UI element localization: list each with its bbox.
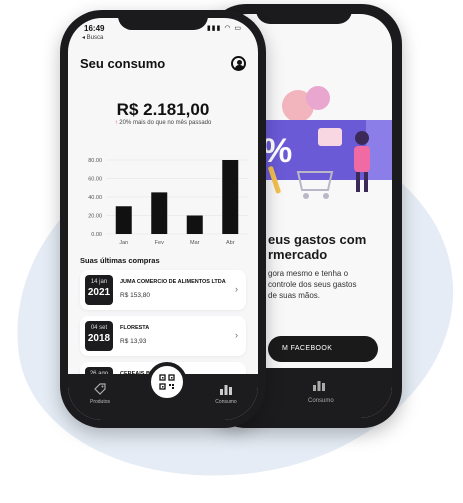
chart-bar <box>222 160 239 234</box>
x-tick-label: Jan <box>119 240 128 246</box>
back-screen-title: eus gastos com rmercado <box>268 232 367 262</box>
nav-consumption-label: Consumo <box>215 399 237 405</box>
qr-code-icon <box>159 374 175 390</box>
chart-bar <box>115 206 132 234</box>
purchases-title: Suas últimas compras <box>80 256 160 265</box>
y-tick-label: 20.00 <box>88 214 102 220</box>
back-phone-notch <box>256 4 352 24</box>
nav-consumption[interactable]: Consumo <box>206 382 246 405</box>
nav-products-label: Produtos <box>89 399 110 405</box>
page-title: Seu consumo <box>80 56 166 71</box>
consumption-chart: 80.00 60.00 40.00 20.00 0.00 Jan Fev Mar Abr <box>88 158 248 246</box>
front-phone-notch <box>118 10 208 30</box>
status-back-link[interactable]: ◂ Busca <box>82 34 103 41</box>
merchant-name: JUMA COMERCIO DE ALIMENTOS LTDA <box>120 279 226 285</box>
date-day: 04 set <box>90 325 108 331</box>
date-day: 14 jan <box>90 279 108 285</box>
purchase-card[interactable]: 14 jan 2021 JUMA COMERCIO DE ALIMENTOS LT… <box>80 270 246 310</box>
purchase-amount: R$ 153,80 <box>120 292 150 299</box>
chevron-right-icon: › <box>235 330 238 340</box>
purchase-card[interactable]: 04 set 2018 FLORESTA R$ 13,93 › <box>80 316 246 356</box>
chart-bar <box>186 215 203 234</box>
tag-icon <box>94 383 106 395</box>
date-badge: 04 set 2018 <box>85 321 113 351</box>
user-profile-icon[interactable] <box>231 56 246 71</box>
date-badge: 14 jan 2021 <box>85 275 113 305</box>
bar-chart-icon <box>220 385 232 395</box>
chevron-right-icon: › <box>235 284 238 294</box>
total-amount: R$ 2.181,00 <box>116 100 210 119</box>
bar-chart-icon[interactable] <box>312 378 326 392</box>
up-arrow-icon: ↑ <box>114 120 118 126</box>
back-nav-label: Consumo <box>308 398 334 404</box>
bottom-nav: Produtos Consumo <box>68 362 258 420</box>
y-tick-label: 0.00 <box>91 232 102 238</box>
status-icons: ▮▮▮ ◠ ▭ <box>206 25 242 32</box>
x-tick-label: Fev <box>155 240 164 246</box>
x-tick-label: Abr <box>226 240 235 246</box>
y-tick-label: 80.00 <box>88 158 102 164</box>
purchase-amount: R$ 13,93 <box>120 338 147 345</box>
change-text: 20% mais do que no mês passado <box>119 120 212 126</box>
chart-bar <box>151 192 168 234</box>
status-time: 16:49 <box>84 24 105 33</box>
facebook-login-button[interactable]: M FACEBOOK <box>268 336 378 362</box>
change-indicator: ↑ 20% mais do que no mês passado <box>68 120 258 126</box>
y-tick-label: 40.00 <box>88 195 102 201</box>
x-tick-label: Mar <box>190 240 200 246</box>
date-year: 2018 <box>87 333 111 344</box>
nav-products[interactable]: Produtos <box>80 382 120 405</box>
y-tick-label: 60.00 <box>88 177 102 183</box>
merchant-name: FLORESTA <box>120 325 150 331</box>
back-screen-body: gora mesmo e tenha o controle dos seus g… <box>268 269 357 300</box>
discount-illustration: % <box>256 86 392 199</box>
date-year: 2021 <box>87 287 111 298</box>
qr-scan-button[interactable] <box>147 362 187 402</box>
svg-text:%: % <box>262 132 292 170</box>
front-phone: 16:49 ◂ Busca ▮▮▮ ◠ ▭ Seu consumo R$ 2.1… <box>60 10 266 428</box>
front-phone-screen: 16:49 ◂ Busca ▮▮▮ ◠ ▭ Seu consumo R$ 2.1… <box>68 18 258 420</box>
